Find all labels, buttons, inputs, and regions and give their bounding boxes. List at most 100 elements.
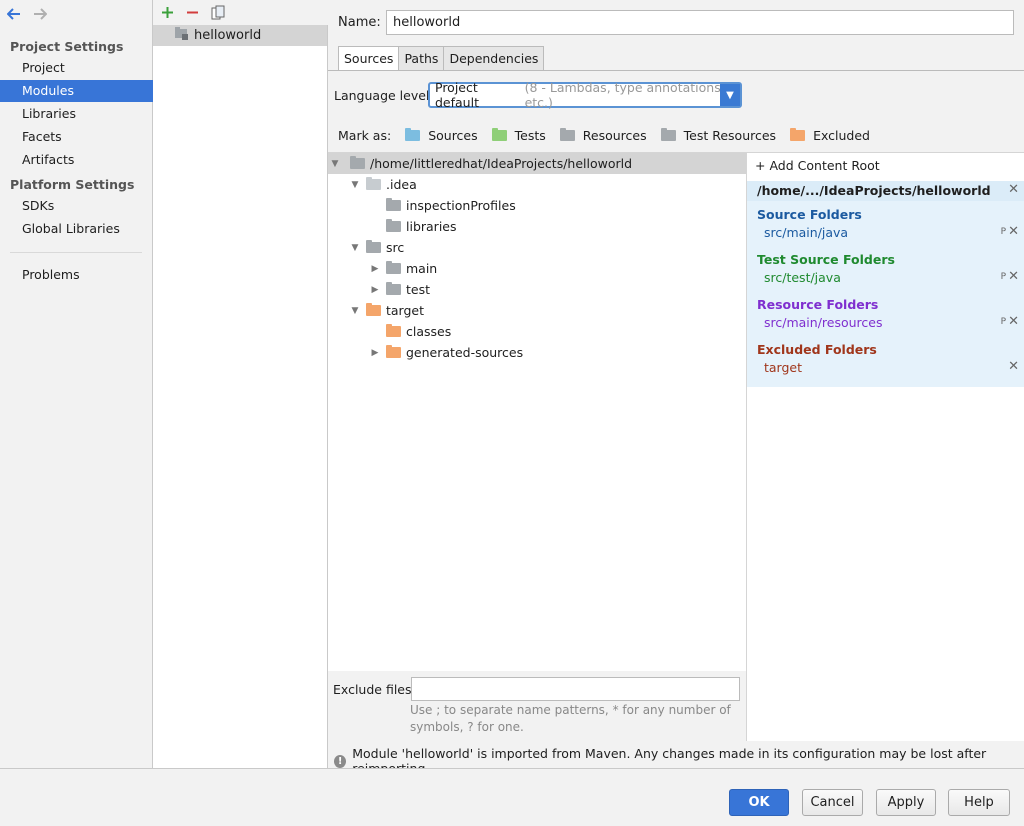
excluded-folder-item: target [764,360,803,375]
tab-paths[interactable]: Paths [398,46,445,71]
test-resources-folder-icon [660,128,676,141]
sidebar-item-facets[interactable]: Facets [0,126,153,148]
tree-row-idea[interactable]: ▼ .idea [348,174,417,195]
language-level-value: Project default [435,80,479,110]
remove-source-icon[interactable]: ✕ [1008,224,1019,239]
tree-row-main[interactable]: ▶ main [368,258,437,279]
collapse-arrow-icon[interactable]: ▼ [348,180,362,190]
forward-arrow-icon[interactable] [32,6,48,22]
exclude-files-label: Exclude files: [333,682,416,697]
sidebar-item-sdks[interactable]: SDKs [0,195,153,217]
excluded-folder-icon [386,345,401,358]
remove-test-icon[interactable]: ✕ [1008,269,1019,284]
folder-icon [386,261,401,274]
tree-row-generated-sources[interactable]: ▶ generated-sources [368,342,523,363]
ok-button[interactable]: OK [729,789,789,816]
expand-arrow-icon[interactable]: ▶ [368,285,382,295]
mark-sources-label: Sources [428,128,478,143]
expand-arrow-icon[interactable]: ▶ [368,348,382,358]
tab-sources[interactable]: Sources [338,46,400,71]
edit-properties-icon[interactable]: P [1001,317,1006,327]
warning-icon: ! [334,754,347,768]
tree-label: main [406,261,438,276]
back-arrow-icon[interactable] [6,6,22,22]
tree-root-label: /home/littleredhat/IdeaProjects/hellowor… [370,156,633,171]
tree-label: libraries [406,219,457,234]
language-level-label: Language level: [334,88,434,103]
module-label: helloworld [194,28,262,43]
mark-test-resources-label: Test Resources [683,128,777,143]
name-label: Name: [338,15,381,30]
language-level-select[interactable]: Project default (8 - Lambdas, type annot… [428,80,742,110]
tree-label: .idea [386,177,417,192]
tab-dependencies[interactable]: Dependencies [443,46,545,71]
mark-sources-button[interactable]: Sources [401,128,478,143]
mark-as-bar: Mark as: Sources Tests Resources Test Re… [338,128,870,143]
content-root-block: /home/.../IdeaProjects/helloworld ✕ Sour… [747,181,1024,387]
tree-row-target[interactable]: ▼ target [348,300,424,321]
tree-row-classes[interactable]: classes [382,321,451,342]
expand-arrow-icon[interactable]: ▶ [368,264,382,274]
folder-icon [386,219,401,232]
tree-label: target [386,303,425,318]
module-item-helloworld[interactable]: helloworld [153,25,327,46]
tree-row-libraries[interactable]: libraries [382,216,457,237]
add-content-root-label: Add Content Root [769,158,880,173]
module-tabs: Sources Paths Dependencies [338,46,545,71]
module-toolbar [153,0,328,25]
folder-icon [366,177,381,190]
resource-folders-title: Resource Folders [757,297,879,312]
edit-properties-icon[interactable]: P [1001,272,1006,282]
collapse-arrow-icon[interactable]: ▼ [348,306,362,316]
dialog-button-bar: OK Cancel Apply Help [0,768,1024,826]
sidebar-item-project[interactable]: Project [0,57,153,79]
mark-test-resources-button[interactable]: Test Resources [657,128,776,143]
excluded-folder-icon [366,303,381,316]
exclude-files-input[interactable] [411,677,740,701]
apply-button[interactable]: Apply [876,789,936,816]
mark-resources-button[interactable]: Resources [556,128,647,143]
edit-properties-icon[interactable]: P [1001,227,1006,237]
copy-icon[interactable] [209,4,226,21]
mark-excluded-label: Excluded [813,128,870,143]
tree-row-test[interactable]: ▶ test [368,279,430,300]
plus-icon: + [755,158,766,173]
add-content-root-button[interactable]: + Add Content Root [755,158,880,173]
tree-row-src[interactable]: ▼ src [348,237,404,258]
platform-settings-heading: Platform Settings [10,177,135,192]
tests-folder-icon [491,128,507,141]
mark-tests-label: Tests [514,128,546,143]
sidebar-item-global-libraries[interactable]: Global Libraries [0,218,153,240]
collapse-arrow-icon[interactable]: ▼ [328,159,342,169]
excluded-folder-icon [790,128,806,141]
resource-folder-item: src/main/resources [764,315,883,330]
module-name-input[interactable]: helloworld [386,10,1014,35]
tree-row-root[interactable]: ▼ /home/littleredhat/IdeaProjects/hellow… [328,153,632,174]
mark-excluded-button[interactable]: Excluded [786,128,870,143]
mark-as-label: Mark as: [338,128,392,143]
sidebar-item-libraries[interactable]: Libraries [0,103,153,125]
chevron-down-icon[interactable]: ▼ [720,84,740,106]
remove-root-icon[interactable]: ✕ [1008,182,1019,197]
collapse-arrow-icon[interactable]: ▼ [348,243,362,253]
remove-resource-icon[interactable]: ✕ [1008,314,1019,329]
tree-label: src [386,240,405,255]
module-icon [175,27,189,44]
test-folder-item: src/test/java [764,270,841,285]
sidebar-item-problems[interactable]: Problems [0,264,153,286]
help-button[interactable]: Help [948,789,1010,816]
sidebar-item-modules[interactable]: Modules [0,80,153,102]
remove-excluded-icon[interactable]: ✕ [1008,359,1019,374]
tree-row-inspectionprofiles[interactable]: inspectionProfiles [382,195,516,216]
settings-sidebar: Project Settings Project Modules Librari… [0,0,153,768]
cancel-button[interactable]: Cancel [802,789,863,816]
sidebar-item-artifacts[interactable]: Artifacts [0,149,153,171]
mark-tests-button[interactable]: Tests [488,128,546,143]
nav-arrows [6,6,48,22]
mark-resources-label: Resources [582,128,647,143]
project-settings-heading: Project Settings [10,39,124,54]
folder-icon [366,240,381,253]
remove-icon[interactable] [184,4,201,21]
sources-folder-icon [405,128,421,141]
add-icon[interactable] [159,4,176,21]
